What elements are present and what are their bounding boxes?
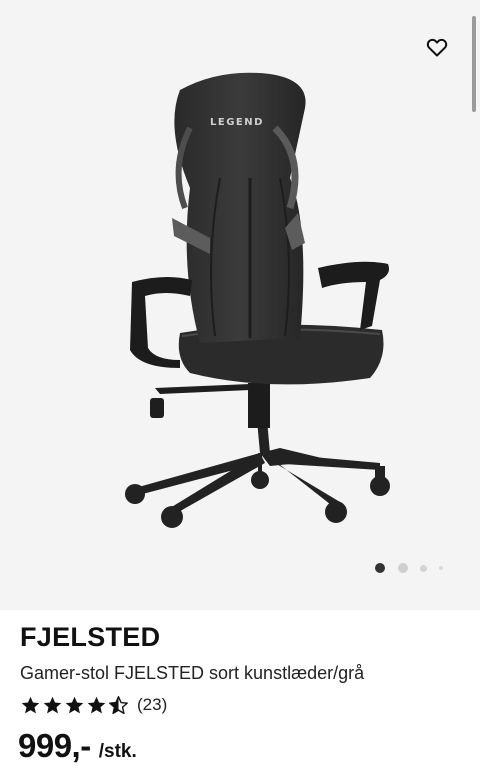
price-unit: /stk.	[98, 741, 137, 762]
product-image: LEGEND	[125, 72, 390, 528]
pager-dot[interactable]	[420, 565, 427, 572]
rating-stars	[20, 695, 129, 716]
star-filled-icon	[21, 696, 40, 713]
pager-dot-active[interactable]	[375, 563, 385, 573]
star-filled-icon	[65, 696, 84, 713]
heart-outline-icon[interactable]	[425, 35, 449, 59]
price-row: 999,- /stk.	[18, 727, 137, 765]
chair-logo-text: LEGEND	[210, 117, 264, 128]
product-description: Gamer-stol FJELSTED sort kunstlæder/grå	[20, 663, 365, 683]
product-price: 999,-	[18, 727, 91, 764]
image-pager[interactable]	[375, 563, 445, 575]
star-half-icon	[109, 695, 128, 714]
pager-dot[interactable]	[398, 563, 408, 573]
scrollbar[interactable]	[472, 16, 476, 112]
product-title: FJELSTED	[20, 622, 161, 652]
review-count[interactable]: (23)	[137, 695, 167, 715]
star-filled-icon	[43, 696, 62, 713]
pager-dot[interactable]	[439, 566, 443, 570]
product-image-gallery[interactable]: LEGEND	[0, 0, 480, 610]
star-filled-icon	[87, 696, 106, 713]
product-rating[interactable]: (23)	[20, 693, 167, 717]
